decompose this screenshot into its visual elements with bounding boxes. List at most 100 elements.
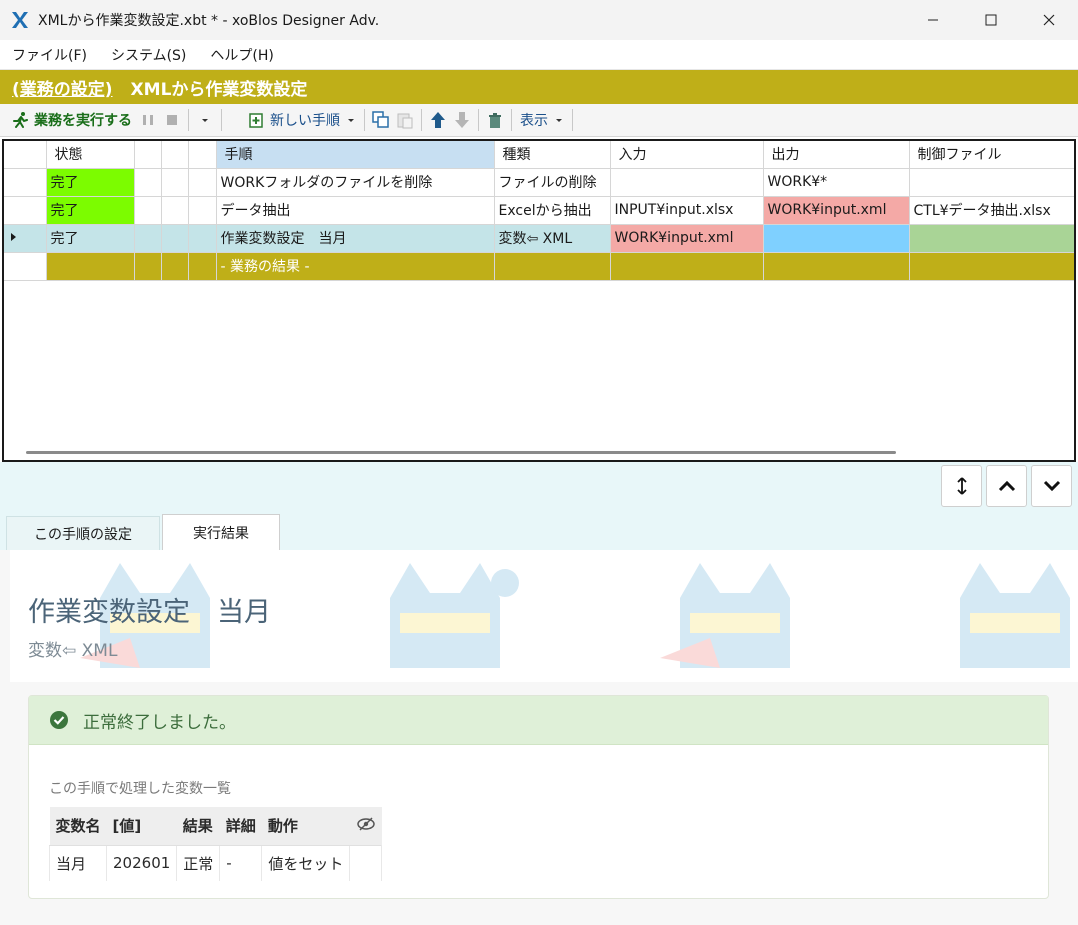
- toolbar-separator: [572, 109, 573, 131]
- view-menu-button[interactable]: 表示: [516, 107, 568, 133]
- toolbar-separator: [421, 109, 422, 131]
- business-title: XMLから作業変数設定: [130, 79, 308, 100]
- table-row-selected[interactable]: 完了 作業変数設定 当月 変数⇦ XML WORK¥input.xml: [4, 224, 1074, 253]
- control-file-cell[interactable]: [909, 224, 1074, 253]
- tab-execution-result[interactable]: 実行結果: [162, 514, 280, 550]
- paste-icon: [397, 113, 413, 129]
- copy-button[interactable]: [371, 110, 391, 130]
- column-header-kind[interactable]: 種類: [494, 141, 611, 169]
- menu-system[interactable]: システム(S): [111, 45, 186, 65]
- column-header-blank: [188, 141, 217, 169]
- grid-cell[interactable]: [494, 252, 611, 281]
- horizontal-scrollbar[interactable]: [26, 451, 896, 454]
- column-header-result: 結果: [176, 807, 220, 845]
- status-cell[interactable]: 完了: [46, 168, 135, 197]
- input-cell[interactable]: INPUT¥input.xlsx: [610, 196, 764, 225]
- column-header-status[interactable]: 状態: [46, 141, 135, 169]
- success-alert: 正常終了しました。: [29, 696, 1048, 745]
- row-header[interactable]: [4, 224, 47, 253]
- paste-button[interactable]: [395, 110, 415, 130]
- kind-cell[interactable]: 変数⇦ XML: [494, 224, 611, 253]
- toolbar-separator: [364, 109, 365, 131]
- steps-grid: 状態 手順 種類 入力 出力 制御ファイル 完了 WORKフォルダのファイルを削…: [2, 139, 1076, 462]
- status-cell[interactable]: 完了: [46, 224, 135, 253]
- var-visibility-cell: [349, 844, 383, 881]
- grid-cell[interactable]: [161, 224, 189, 253]
- result-row-label[interactable]: - 業務の結果 -: [216, 252, 495, 281]
- delete-button[interactable]: [485, 110, 505, 130]
- table-row[interactable]: 完了 データ抽出 Excelから抽出 INPUT¥input.xlsx WORK…: [4, 196, 1074, 225]
- var-name-cell: 当月: [48, 844, 107, 881]
- column-header-step[interactable]: 手順: [216, 141, 495, 169]
- column-header-value: [値]: [106, 807, 177, 845]
- grid-cell[interactable]: [161, 196, 189, 225]
- column-header-visibility[interactable]: [349, 807, 382, 845]
- kind-cell[interactable]: ファイルの削除: [494, 168, 611, 197]
- column-header-control-file[interactable]: 制御ファイル: [909, 141, 1074, 169]
- input-cell[interactable]: WORK¥input.xml: [610, 224, 764, 253]
- grid-cell[interactable]: [188, 168, 217, 197]
- business-result-row[interactable]: - 業務の結果 -: [4, 252, 1074, 281]
- move-up-button[interactable]: [428, 110, 448, 130]
- control-file-cell[interactable]: [909, 168, 1074, 197]
- menu-file[interactable]: ファイル(F): [12, 45, 87, 65]
- run-business-label: 業務を実行する: [34, 113, 132, 129]
- grid-cell[interactable]: [610, 252, 764, 281]
- menu-bar: ファイル(F) システム(S) ヘルプ(H): [0, 40, 1078, 70]
- step-cell[interactable]: 作業変数設定 当月: [216, 224, 495, 253]
- chevron-down-icon: [556, 119, 562, 122]
- grid-cell[interactable]: [134, 224, 162, 253]
- var-detail-cell: -: [219, 844, 262, 881]
- step-cell[interactable]: WORKフォルダのファイルを削除: [216, 168, 495, 197]
- next-step-button[interactable]: [1031, 465, 1072, 507]
- grid-cell[interactable]: [161, 168, 189, 197]
- grid-cell[interactable]: [134, 196, 162, 225]
- output-cell[interactable]: [763, 224, 910, 253]
- previous-step-button[interactable]: [986, 465, 1027, 507]
- minimize-button[interactable]: [904, 0, 962, 40]
- tab-step-settings[interactable]: この手順の設定: [6, 516, 160, 550]
- status-cell[interactable]: 完了: [46, 196, 135, 225]
- row-header[interactable]: [4, 252, 47, 281]
- control-file-cell[interactable]: CTL¥データ抽出.xlsx: [909, 196, 1074, 225]
- business-settings-link[interactable]: (業務の設定): [12, 75, 113, 100]
- step-cell[interactable]: データ抽出: [216, 196, 495, 225]
- row-header[interactable]: [4, 168, 47, 197]
- grid-cell[interactable]: [161, 252, 189, 281]
- run-business-button[interactable]: 業務を実行する: [8, 107, 136, 133]
- trash-icon: [489, 113, 501, 128]
- output-cell[interactable]: WORK¥*: [763, 168, 910, 197]
- move-down-button[interactable]: [452, 110, 472, 130]
- grid-cell[interactable]: [909, 252, 1074, 281]
- grid-cell[interactable]: [134, 252, 162, 281]
- column-header-output[interactable]: 出力: [763, 141, 910, 169]
- new-step-button[interactable]: 新しい手順: [244, 107, 360, 133]
- grid-cell[interactable]: [763, 252, 910, 281]
- column-header-input[interactable]: 入力: [610, 141, 764, 169]
- pause-button[interactable]: [138, 110, 158, 130]
- step-subtitle: 変数⇦ XML: [28, 641, 118, 661]
- grid-cell[interactable]: [134, 168, 162, 197]
- new-step-icon: [249, 113, 263, 128]
- grid-cell[interactable]: [188, 224, 217, 253]
- grid-cell[interactable]: [188, 196, 217, 225]
- close-icon: [1043, 14, 1055, 26]
- resize-panel-button[interactable]: [941, 465, 982, 507]
- maximize-button[interactable]: [962, 0, 1020, 40]
- row-header[interactable]: [4, 196, 47, 225]
- input-cell[interactable]: [610, 168, 764, 197]
- run-dropdown-button[interactable]: [195, 110, 215, 130]
- variable-table: 変数名 [値] 結果 詳細 動作 当月 202601 正常 - 値をセット: [48, 807, 383, 881]
- grid-cell[interactable]: [46, 252, 135, 281]
- kind-cell[interactable]: Excelから抽出: [494, 196, 611, 225]
- stop-button[interactable]: [162, 110, 182, 130]
- var-value-cell: 202601: [106, 844, 177, 881]
- table-row[interactable]: 完了 WORKフォルダのファイルを削除 ファイルの削除 WORK¥*: [4, 168, 1074, 197]
- grid-cell[interactable]: [188, 252, 217, 281]
- menu-help[interactable]: ヘルプ(H): [210, 45, 273, 65]
- output-cell[interactable]: WORK¥input.xml: [763, 196, 910, 225]
- title-bar: XMLから作業変数設定.xbt * - xoBlos Designer Adv.: [0, 0, 1078, 40]
- chevron-down-icon: [202, 119, 208, 122]
- close-button[interactable]: [1020, 0, 1078, 40]
- window-title: XMLから作業変数設定.xbt * - xoBlos Designer Adv.: [38, 13, 380, 29]
